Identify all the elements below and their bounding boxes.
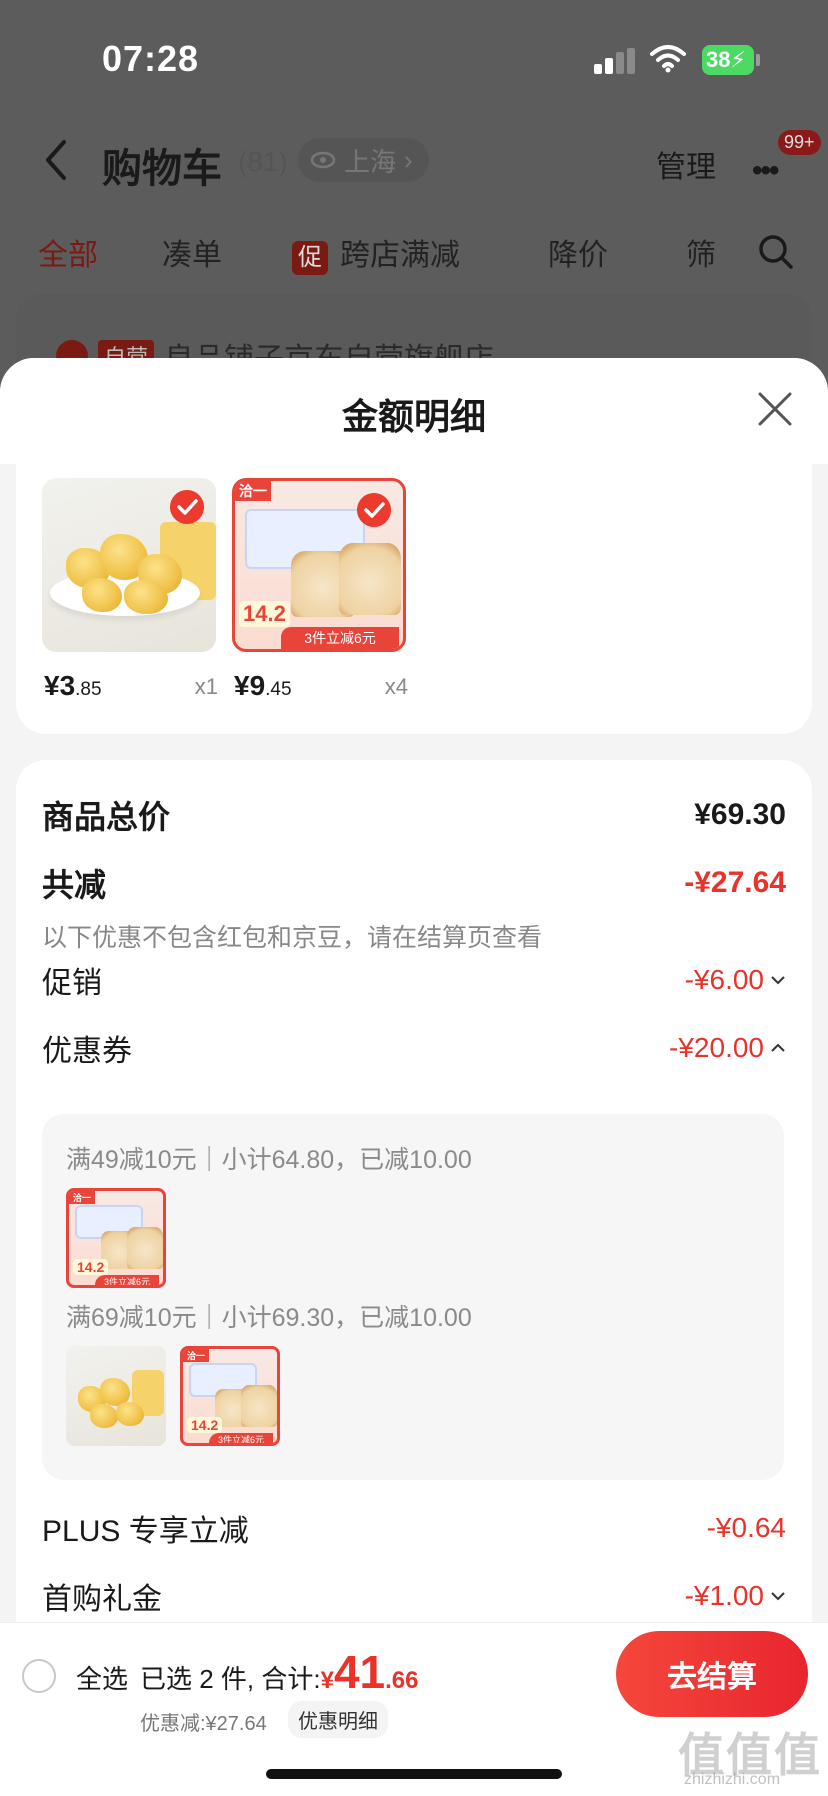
manage-button[interactable]: 管理 <box>656 142 716 186</box>
saved-amount: 优惠减:¥27.64 <box>140 1713 267 1735</box>
first-purchase-row[interactable]: 首购礼金 -¥1.00 <box>42 1574 786 1618</box>
product-image: 洽一 14.2 3件立减6元 <box>232 478 406 652</box>
image-promo-band: 3件立减6元 <box>95 1275 159 1285</box>
discount-detail-link[interactable]: 优惠明细 <box>288 1701 388 1738</box>
selected-check-icon <box>357 493 391 527</box>
sheet-header: 金额明细 <box>0 358 828 464</box>
product-image <box>42 478 216 652</box>
status-bar: 07:28 38⚡ <box>0 0 828 120</box>
coupon-breakdown: 满49减10元｜小计64.80，已减10.00 洽一 14.2 3件立减6元 满… <box>42 1114 784 1480</box>
tab-filter[interactable]: 筛 <box>686 230 716 274</box>
plus-discount-row: PLUS 专享立减 -¥0.64 <box>42 1506 786 1550</box>
total-price-value: ¥69.30 <box>694 798 786 831</box>
checkout-bar: 全选 已选 2 件, 合计: ¥41.66 优惠减:¥27.64 优惠明细 去结… <box>0 1622 828 1796</box>
wifi-icon <box>650 45 686 73</box>
total-price-label: 商品总价 <box>42 799 171 835</box>
chevron-up-icon <box>771 1043 785 1052</box>
plus-discount-label: PLUS 专享立减 <box>42 1515 249 1548</box>
select-all-checkbox[interactable] <box>22 1659 56 1693</box>
search-icon[interactable] <box>758 234 794 270</box>
chevron-right-icon: › <box>404 144 413 175</box>
selected-count-label: 已选 2 件, 合计: <box>140 1664 321 1694</box>
product-quantity: x4 <box>384 674 408 699</box>
sheet-title: 金额明细 <box>341 396 486 437</box>
coupon-row[interactable]: 优惠券 -¥20.00 <box>42 1026 786 1070</box>
discount-row: 共减 -¥27.64 <box>42 860 786 906</box>
image-price-tag: 14.2 <box>239 601 290 627</box>
discount-note: 以下优惠不包含红包和京豆，请在结算页查看 <box>42 924 543 952</box>
page-title: 购物车 <box>102 147 222 191</box>
tab-cross-store-label: 跨店满减 <box>340 239 460 272</box>
product-quantity: x1 <box>194 674 218 699</box>
order-summary: 已选 2 件, 合计: ¥41.66 <box>140 1645 419 1699</box>
battery-tip <box>756 54 760 66</box>
plus-discount-value: -¥0.64 <box>706 1512 786 1543</box>
watermark-url: zhizhizhi.com <box>684 1771 781 1788</box>
coupon-value: -¥20.00 <box>669 1032 786 1064</box>
discount-label: 共减 <box>42 867 107 903</box>
amount-detail-sheet: 金额明细 ¥3.85 x1 洽一 14.2 3件立减6元 ¥9.45 x4 商品… <box>0 358 828 1796</box>
product-price: ¥3.85 <box>44 670 102 701</box>
chevron-down-icon <box>771 976 785 985</box>
coupon-line: 满49减10元｜小计64.80，已减10.00 <box>66 1146 472 1174</box>
coupon-product-thumb <box>66 1346 166 1446</box>
product-item[interactable]: 洽一 14.2 3件立减6元 ¥9.45 x4 <box>232 478 408 701</box>
promotion-label: 促销 <box>42 967 102 1000</box>
discount-value: -¥27.64 <box>684 866 786 899</box>
chevron-down-icon <box>771 1592 785 1601</box>
first-purchase-label: 首购礼金 <box>42 1583 162 1616</box>
status-time: 07:28 <box>102 38 200 79</box>
image-price-tag: 14.2 <box>187 1417 223 1433</box>
product-item[interactable]: ¥3.85 x1 <box>42 478 218 701</box>
eye-location-icon <box>310 151 336 169</box>
tab-bundle[interactable]: 凑单 <box>162 230 222 274</box>
image-promo-band: 3件立减6元 <box>209 1433 273 1443</box>
product-price: ¥9.45 <box>234 670 292 701</box>
selected-products: ¥3.85 x1 洽一 14.2 3件立减6元 ¥9.45 x4 <box>16 462 812 734</box>
checkout-button[interactable]: 去结算 <box>616 1631 808 1717</box>
cellular-signal-icon <box>594 48 636 74</box>
select-all-label[interactable]: 全选 <box>76 1659 128 1696</box>
battery-level: 38 <box>706 47 731 72</box>
promo-tag: 促 <box>292 241 328 275</box>
message-badge: 99+ <box>778 130 821 155</box>
tab-price-drop[interactable]: 降价 <box>548 230 608 274</box>
promotion-value: -¥6.00 <box>685 964 786 996</box>
total-price-row: 商品总价 ¥69.30 <box>42 792 786 838</box>
image-promo-band: 3件立减6元 <box>281 627 399 649</box>
filter-tabs: 全部 凑单 促跨店满减 降价 筛 <box>0 222 828 278</box>
nav-bar: 购物车 (81) 上海 › 管理 ••• 99+ <box>0 120 828 200</box>
amount-detail-card: 商品总价 ¥69.30 共减 -¥27.64 以下优惠不包含红包和京豆，请在结算… <box>16 760 812 1660</box>
location-selector[interactable]: 上海 › <box>298 138 429 182</box>
back-arrow-icon[interactable] <box>42 138 72 182</box>
close-icon[interactable] <box>756 390 794 428</box>
promotion-row[interactable]: 促销 -¥6.00 <box>42 958 786 1002</box>
coupon-product-thumb: 洽一 14.2 3件立减6元 <box>180 1346 280 1446</box>
brand-tag: 洽一 <box>69 1191 96 1204</box>
more-icon[interactable]: ••• <box>752 154 779 188</box>
cart-page-background: 07:28 38⚡ 购物车 (81) 上海 › 管理 ••• 99+ 全部 凑单… <box>0 0 828 400</box>
total-amount: ¥41.66 <box>320 1646 419 1698</box>
location-label: 上海 <box>344 146 397 177</box>
image-price-tag: 14.2 <box>73 1259 109 1275</box>
selected-check-icon <box>170 490 204 524</box>
tab-cross-store[interactable]: 促跨店满减 <box>292 230 460 275</box>
cart-count: (81) <box>238 146 288 177</box>
home-indicator <box>266 1769 562 1779</box>
brand-tag: 洽一 <box>183 1349 210 1362</box>
brand-tag: 洽一 <box>235 481 271 501</box>
battery-icon: 38⚡ <box>702 45 754 75</box>
first-purchase-value: -¥1.00 <box>685 1580 786 1612</box>
coupon-label: 优惠券 <box>42 1035 132 1068</box>
coupon-line: 满69减10元｜小计69.30，已减10.00 <box>66 1304 472 1332</box>
tab-all[interactable]: 全部 <box>38 230 98 274</box>
coupon-product-thumb: 洽一 14.2 3件立减6元 <box>66 1188 166 1288</box>
